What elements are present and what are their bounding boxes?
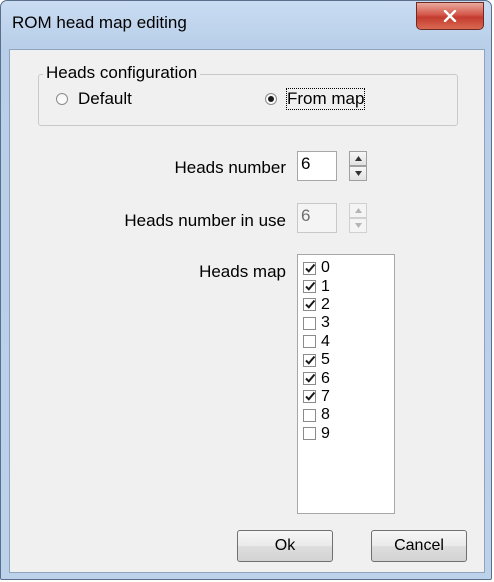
checkbox[interactable] [303, 372, 316, 386]
checkbox[interactable] [303, 261, 316, 275]
list-item[interactable]: 6 [298, 369, 394, 387]
cancel-button[interactable]: Cancel [371, 530, 467, 562]
heads-number-down-button[interactable] [349, 166, 367, 181]
list-item[interactable]: 8 [298, 406, 394, 424]
checkbox[interactable] [303, 316, 316, 330]
window-title: ROM head map editing [12, 13, 187, 32]
close-button[interactable] [416, 2, 484, 30]
heads-map-list[interactable]: 0 1 2 3 4 5 6 7 8 9 [297, 254, 395, 514]
list-item-label: 3 [321, 314, 330, 332]
list-item[interactable]: 0 [298, 259, 394, 277]
list-item[interactable]: 4 [298, 333, 394, 351]
heads-number-in-use-label: Heads number in use [124, 211, 286, 230]
heads-number-label: Heads number [174, 158, 286, 177]
heads-configuration-group: Heads configuration Default From map [38, 63, 458, 126]
checkbox[interactable] [303, 353, 316, 367]
list-item-label: 9 [321, 424, 330, 442]
checkmark-icon [305, 392, 316, 402]
dialog-client-area: Heads configuration Default From map Hea… [9, 49, 485, 573]
dialog-window: ROM head map editing Heads configuration… [0, 0, 492, 580]
list-item[interactable]: 9 [298, 425, 394, 443]
radio-from-map-circle[interactable] [265, 93, 277, 105]
checkbox[interactable] [303, 298, 316, 312]
list-item-label: 0 [321, 259, 330, 277]
list-item-label: 7 [321, 387, 330, 405]
ok-button[interactable]: Ok [237, 530, 333, 562]
checkbox[interactable] [303, 427, 316, 441]
arrow-up-icon [355, 156, 362, 161]
checkbox[interactable] [303, 390, 316, 404]
radio-from-map[interactable]: From map [265, 88, 366, 110]
checkmark-icon [305, 355, 316, 365]
heads-number-in-use-spinner [349, 203, 367, 233]
heads-configuration-title: Heads configuration [43, 63, 201, 83]
checkmark-icon [305, 373, 316, 383]
list-item-label: 5 [321, 351, 330, 369]
radio-from-map-label[interactable]: From map [285, 88, 366, 110]
heads-number-up-button[interactable] [349, 151, 367, 166]
heads-number-input[interactable]: 6 [297, 151, 337, 181]
list-item-label: 2 [321, 295, 330, 313]
radio-default-circle[interactable] [56, 93, 68, 105]
list-item[interactable]: 7 [298, 388, 394, 406]
list-item[interactable]: 2 [298, 296, 394, 314]
checkmark-icon [305, 281, 316, 291]
heads-map-label: Heads map [199, 262, 286, 281]
radio-default-label[interactable]: Default [78, 89, 132, 109]
checkbox[interactable] [303, 335, 316, 349]
checkbox[interactable] [303, 408, 316, 422]
list-item[interactable]: 3 [298, 314, 394, 332]
list-item-label: 6 [321, 369, 330, 387]
list-item-label: 1 [321, 277, 330, 295]
checkmark-icon [305, 300, 316, 310]
heads-number-in-use-up-button [349, 203, 367, 218]
radio-default[interactable]: Default [56, 89, 132, 109]
arrow-up-icon [355, 208, 362, 213]
list-item-label: 8 [321, 406, 330, 424]
list-item[interactable]: 1 [298, 277, 394, 295]
list-item-label: 4 [321, 332, 330, 350]
arrow-down-icon [355, 223, 362, 228]
checkbox[interactable] [303, 280, 316, 294]
checkmark-icon [305, 263, 316, 273]
title-bar[interactable]: ROM head map editing [1, 1, 491, 49]
heads-number-spinner[interactable] [349, 151, 367, 181]
list-item[interactable]: 5 [298, 351, 394, 369]
arrow-down-icon [355, 171, 362, 176]
close-icon [443, 10, 457, 22]
heads-number-in-use-input: 6 [297, 203, 337, 233]
heads-number-in-use-down-button [349, 218, 367, 233]
